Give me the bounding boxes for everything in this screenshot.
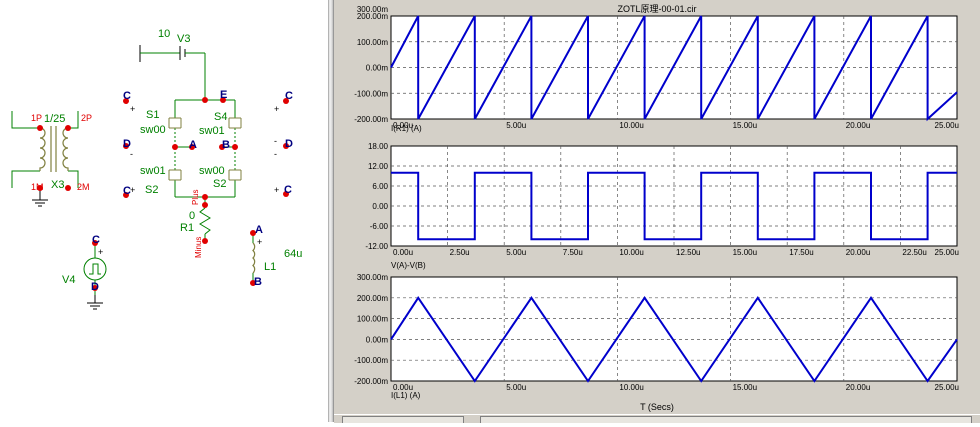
x-tick-label: 10.00u (619, 121, 643, 130)
r1-name: R1 (180, 222, 194, 234)
x3-pin-2p: 2P (81, 113, 92, 123)
y-tick-label: 300.00m (357, 5, 388, 14)
plot-panel-2 (390, 145, 958, 247)
node-e: E (220, 89, 227, 101)
x3-name: X3 (51, 179, 64, 191)
plus-sign: + (98, 247, 103, 257)
s3-name: S2 (145, 184, 158, 196)
v4-name: V4 (62, 274, 75, 286)
node-a: A (189, 139, 197, 151)
y-tick-label: -100.00m (354, 89, 388, 98)
v4-node-c: C (92, 234, 100, 246)
y-tick-label: 200.00m (357, 294, 388, 303)
x3-ratio: 1/25 (44, 113, 65, 125)
plus-sign: + (274, 185, 279, 195)
s4-model: sw01 (199, 125, 225, 137)
node-d-right: D (285, 138, 293, 150)
y-tick-label: 18.00 (368, 142, 389, 151)
s2-name: S2 (213, 178, 226, 190)
x3-pin-1p: 1P (31, 113, 42, 123)
x-axis-label: T (Secs) (640, 402, 674, 412)
x-tick-label: 20.00u (846, 248, 870, 257)
y-tick-label: 100.00m (357, 38, 388, 47)
plus-sign: + (130, 104, 135, 114)
s4-name: S4 (214, 111, 227, 123)
series-label: I(L1) (A) (391, 391, 421, 400)
node-b: B (222, 139, 230, 151)
v3-value: 10 (158, 28, 170, 40)
node-c-right-bottom: C (284, 184, 292, 196)
y-tick-label: -100.00m (354, 356, 388, 365)
plus-sign: + (274, 104, 279, 114)
x-tick-label: 25.00u (935, 121, 959, 130)
s1-name: S1 (146, 109, 159, 121)
schematic-svg: 10 V3 S1 sw00 S4 sw01 sw01 S2 sw00 S2 0 … (11, 28, 302, 310)
series-label: V(A)-V(B) (391, 261, 426, 270)
transient-plots: ZOTL原理-00-01.cir 0.00u 5.00u 10.00u 15.00u 20… (354, 4, 959, 412)
inductor-l1[interactable] (252, 242, 256, 274)
x3-pin-2m: 2M (77, 182, 90, 192)
schematic-canvas[interactable]: 10 V3 S1 sw00 S4 sw01 sw01 S2 sw00 S2 0 … (0, 0, 330, 422)
plot-panel-3 (390, 276, 958, 383)
x-tick-label: 25.00u (935, 383, 959, 392)
y-tick-label: -12.00 (365, 242, 388, 251)
plot-window[interactable]: ZOTL原理-00-01.cir 0.00u 5.00u 10.00u 15.00u 20… (334, 0, 980, 423)
transformer-x3[interactable] (39, 126, 69, 172)
l1-value: 64u (284, 248, 302, 260)
x-tick-label: 15.00u (733, 121, 757, 130)
minus-sign: - (274, 149, 277, 159)
y-tick-label: 100.00m (357, 315, 388, 324)
x-tick-label: 2.50u (450, 248, 470, 257)
y-tick-label: 0.00m (366, 335, 389, 344)
plot-panel-1 (390, 15, 958, 122)
x-tick-label: 15.00u (733, 383, 757, 392)
plot-title: ZOTL原理-00-01.cir (617, 4, 696, 14)
x-tick-label: 10.00u (619, 383, 643, 392)
y-tick-label: -200.00m (354, 115, 388, 124)
y-tick-label: -200.00m (354, 377, 388, 386)
x-tick-label: 15.00u (733, 248, 757, 257)
s2-model: sw00 (199, 165, 225, 177)
y-tick-label: 6.00 (372, 182, 388, 191)
y-tick-label: -6.00 (370, 222, 389, 231)
minus-sign: - (274, 136, 277, 146)
series-label: I(R1) (A) (391, 124, 422, 133)
v3-name: V3 (177, 33, 190, 45)
minus-sign: - (130, 149, 133, 159)
x-tick-label: 5.00u (506, 383, 526, 392)
plot-area (390, 276, 958, 382)
l1-node-b: B (254, 276, 262, 288)
r1-value: 0 (189, 210, 195, 222)
y-tick-label: 0.00 (372, 202, 388, 211)
y-tick-label: 12.00 (368, 162, 389, 171)
node-c-left-top: C (123, 90, 131, 102)
s3-model: sw01 (140, 165, 166, 177)
x-tick-label: 5.00u (506, 121, 526, 130)
pulse-source-v4[interactable] (83, 257, 107, 281)
x-tick-label: 20.00u (846, 121, 870, 130)
plus-sign: + (257, 237, 262, 247)
y-tick-label: 0.00m (366, 64, 389, 73)
x-tick-label: 12.50u (676, 248, 700, 257)
plus-sign: + (130, 185, 135, 195)
x-tick-label: 20.00u (846, 383, 870, 392)
r1-minus-label: Minus (194, 237, 203, 258)
v4-node-d: D (91, 281, 99, 293)
y-tick-label: 300.00m (357, 273, 388, 282)
l1-name: L1 (264, 261, 276, 273)
x-tick-label: 5.00u (506, 248, 526, 257)
x-tick-label: 0.00u (393, 248, 413, 257)
x-tick-label: 7.50u (563, 248, 583, 257)
x-tick-label: 17.50u (789, 248, 813, 257)
node-c-right-top: C (285, 90, 293, 102)
s1-model: sw00 (140, 124, 166, 136)
x3-pin-1m: 1M (31, 182, 44, 192)
x-tick-label: 22.50u (902, 248, 926, 257)
r1-plus-label: Plus (191, 189, 200, 205)
x-tick-label: 10.00u (619, 248, 643, 257)
x-tick-label: 25.00u (935, 248, 959, 257)
l1-node-a: A (255, 224, 263, 236)
